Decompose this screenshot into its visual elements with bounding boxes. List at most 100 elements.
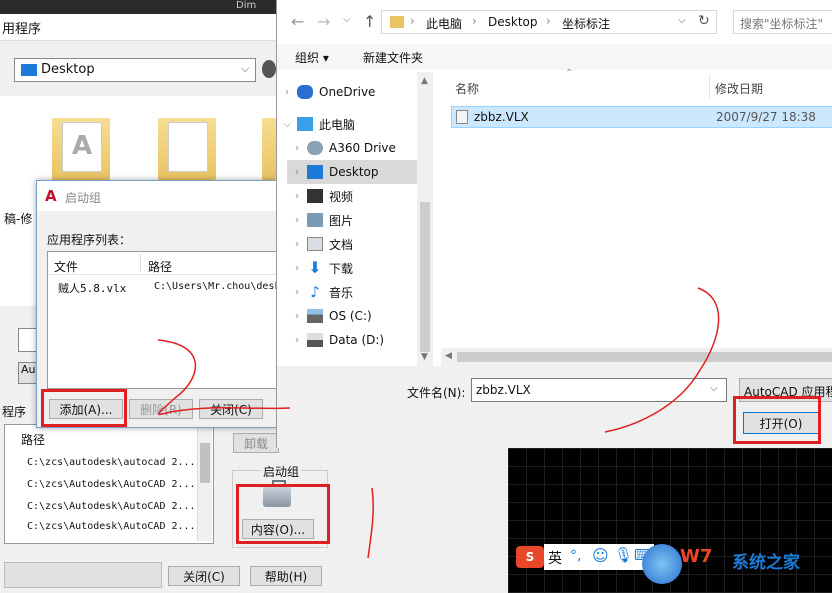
dim-label: Dim: [236, 0, 257, 11]
remove-button[interactable]: 删除(R): [129, 399, 193, 419]
recent-dropdown-icon[interactable]: ⌵: [343, 14, 351, 25]
up-arrow-icon[interactable]: ↑: [363, 12, 376, 31]
folder-icon[interactable]: [262, 118, 276, 180]
organize-menu[interactable]: 组织 ▾: [295, 49, 329, 66]
computer-icon: [297, 117, 313, 131]
list-item[interactable]: C:\zcs\Autodesk\AutoCAD 2...: [27, 501, 196, 512]
address-dropdown-icon[interactable]: ⌵: [678, 15, 686, 26]
file-column-header[interactable]: 文件: [54, 258, 78, 275]
list-item[interactable]: C:\zcs\Autodesk\AutoCAD 2...: [27, 479, 196, 490]
dialog-toolbar: 组织 ▾ 新建文件夹: [277, 44, 832, 70]
nav-downloads[interactable]: › ⬇ 下载: [287, 256, 433, 280]
ime-language-label[interactable]: 英: [548, 548, 562, 568]
filename-input[interactable]: zbbz.VLX ⌵: [471, 378, 727, 402]
look-in-dropdown[interactable]: Desktop ⌵: [14, 58, 256, 82]
video-icon: [307, 189, 323, 203]
startup-close-button[interactable]: 关闭(C): [199, 399, 263, 419]
breadcrumb-desktop[interactable]: Desktop: [488, 15, 538, 29]
desktop-icon: [21, 64, 37, 76]
data-drive-icon: [307, 333, 323, 347]
back-window-title: 用程序: [2, 22, 42, 37]
app-list-label: 应用程序列表：: [47, 233, 132, 247]
back-close-button[interactable]: 关闭(C): [168, 566, 240, 586]
vlx-file-icon: [456, 110, 468, 124]
highlight-contents: [236, 484, 330, 544]
picture-icon: [307, 213, 323, 227]
sort-up-icon: ⌃: [565, 68, 574, 79]
ime-bar[interactable]: 英 °, ☺ 🎙 ⌨: [544, 544, 656, 570]
file-name-field-partial[interactable]: [18, 328, 38, 352]
scroll-up-icon[interactable]: ▲: [421, 76, 428, 86]
nav-scrollbar[interactable]: ▲ ▼: [417, 72, 433, 366]
refresh-icon[interactable]: ↻: [698, 13, 710, 29]
status-bar-field: [4, 562, 162, 588]
file-open-dialog: ← → ⌵ ↑ › 此电脑 › Desktop › 坐标标注 ⌵ ↻ 搜索"坐标…: [276, 0, 832, 448]
cloud-icon: [297, 85, 313, 99]
nav-a360-drive[interactable]: › A360 Drive: [287, 136, 433, 160]
horizontal-scrollbar[interactable]: ◀: [441, 348, 832, 366]
folder-icon[interactable]: A: [52, 118, 110, 180]
nav-desktop[interactable]: › Desktop: [287, 160, 419, 184]
scroll-left-icon[interactable]: ◀: [445, 351, 452, 361]
list-item[interactable]: C:\zcs\autodesk\autocad 2...: [27, 457, 196, 468]
drive-icon: [307, 141, 323, 155]
breadcrumb-current-folder[interactable]: 坐标标注: [562, 15, 610, 32]
back-title: 用程序: [0, 14, 276, 41]
new-folder-button[interactable]: 新建文件夹: [363, 49, 423, 66]
nav-videos[interactable]: › 视频: [287, 184, 433, 208]
chevron-down-icon[interactable]: ⌵: [710, 383, 718, 394]
punctuation-icon[interactable]: °,: [570, 548, 581, 564]
table-row[interactable]: zbbz.VLX 2007/9/27 18:38: [451, 106, 832, 128]
nav-music[interactable]: › ♪ 音乐: [287, 280, 433, 304]
breadcrumb[interactable]: › 此电脑 › Desktop › 坐标标注 ⌵ ↻: [381, 10, 717, 34]
nav-documents[interactable]: › 文档: [287, 232, 433, 256]
nav-onedrive[interactable]: › OneDrive: [277, 80, 431, 104]
au-dropdown-partial[interactable]: Au: [18, 362, 38, 384]
name-column-header[interactable]: 名称: [455, 80, 479, 97]
table-row[interactable]: 贼人5.8.vlx: [58, 280, 126, 296]
file-modified-cell: 2007/9/27 18:38: [716, 110, 816, 124]
breadcrumb-separator: ›: [472, 14, 477, 28]
unload-button[interactable]: 卸载: [233, 433, 279, 453]
highlight-add: [41, 389, 127, 427]
history-list[interactable]: 路径 C:\zcs\autodesk\autocad 2... C:\zcs\A…: [4, 424, 214, 544]
nav-pictures[interactable]: › 图片: [287, 208, 433, 232]
modified-column-header[interactable]: 修改日期: [715, 80, 763, 97]
document-icon: [307, 237, 323, 251]
desktop-icon: [307, 165, 323, 179]
look-in-value: Desktop: [41, 62, 95, 77]
folder-icon: [390, 16, 404, 28]
ime-toolbar: S 英 °, ☺ 🎙 ⌨ W7 系统之家: [508, 540, 832, 593]
emoji-icon[interactable]: ☺: [592, 546, 609, 565]
path-column-header[interactable]: 路径: [148, 258, 172, 275]
startup-group-label: 启动组: [261, 463, 302, 480]
scrollbar-thumb[interactable]: [420, 202, 430, 352]
forward-arrow-icon[interactable]: →: [317, 12, 330, 31]
scroll-down-icon[interactable]: ▼: [421, 352, 428, 362]
app-list[interactable]: 文件 路径 贼人5.8.vlx C:\Users\Mr.chou\desk: [47, 251, 280, 389]
nav-os-drive[interactable]: › OS (C:): [287, 304, 433, 328]
list-item[interactable]: C:\zcs\Autodesk\AutoCAD 2...: [27, 521, 196, 532]
back-titlebar: Dim: [0, 0, 276, 14]
help-button[interactable]: 帮助(H): [250, 566, 322, 586]
folder-icon[interactable]: [158, 118, 216, 180]
filename-value: zbbz.VLX: [476, 383, 531, 397]
file-list[interactable]: ⌃ 名称 修改日期 zbbz.VLX 2007/9/27 18:38: [441, 68, 832, 366]
search-input[interactable]: 搜索"坐标标注": [733, 10, 832, 34]
breadcrumb-this-pc[interactable]: 此电脑: [426, 15, 462, 32]
vertical-scrollbar[interactable]: [197, 425, 212, 541]
w7-logo: W7: [680, 546, 713, 567]
filename-label: 文件名(N):: [407, 386, 466, 400]
nav-data-drive[interactable]: › Data (D:): [287, 328, 433, 352]
load-sequence-tab[interactable]: 程序: [2, 403, 26, 420]
microphone-icon[interactable]: 🎙: [614, 546, 633, 564]
h-scrollbar-thumb[interactable]: [457, 352, 832, 362]
file-name-cell: zbbz.VLX: [474, 110, 529, 124]
dialog-footer: 文件名(N): zbbz.VLX ⌵ AutoCAD 应用程 打开(O): [277, 366, 832, 448]
nav-this-pc[interactable]: ⌵ 此电脑: [277, 112, 431, 136]
back-arrow-icon[interactable]: ←: [291, 12, 304, 31]
table-cell-path[interactable]: C:\Users\Mr.chou\desk: [154, 281, 280, 292]
sogou-ime-icon[interactable]: S: [516, 546, 544, 568]
autocad-logo-icon: A: [45, 187, 57, 205]
back-nav-icon[interactable]: [262, 60, 276, 78]
